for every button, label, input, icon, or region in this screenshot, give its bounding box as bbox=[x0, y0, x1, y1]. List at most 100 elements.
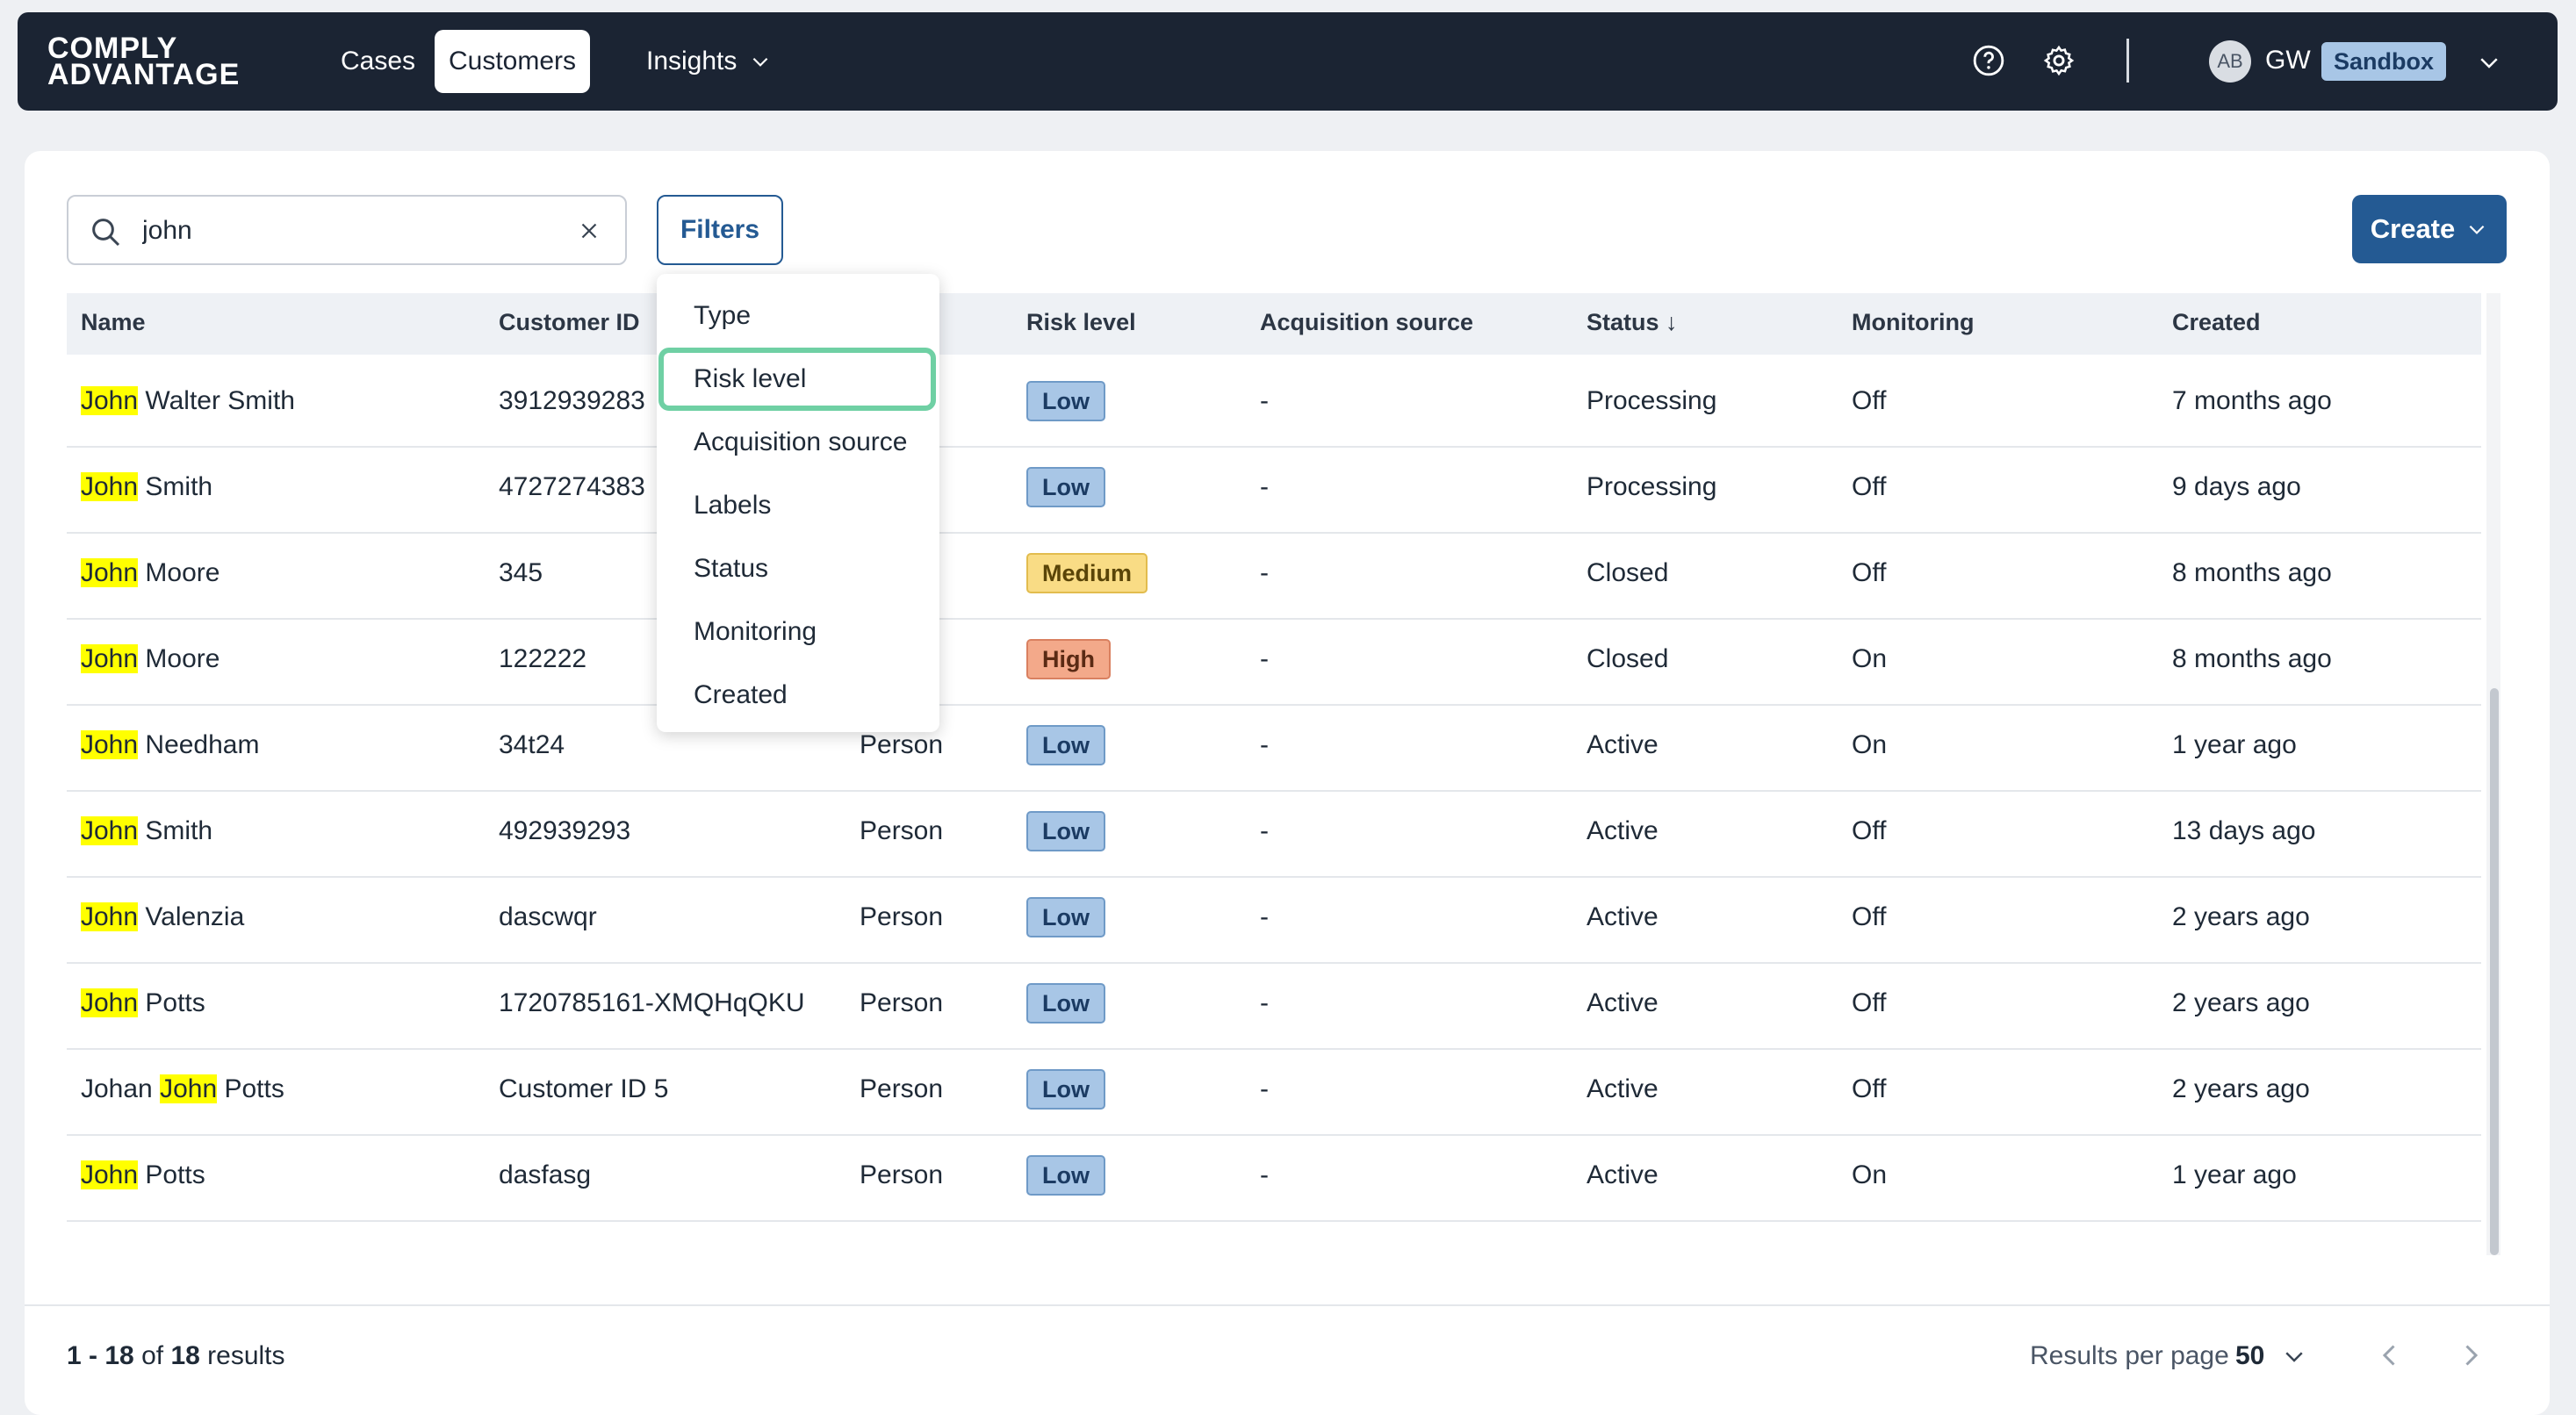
status: Active bbox=[1587, 902, 1659, 931]
search-match-highlight: John bbox=[160, 1074, 218, 1103]
created: 1 year ago bbox=[2172, 1160, 2297, 1189]
customer-id: dascwqr bbox=[499, 902, 597, 931]
customer-name-prefix: Johan bbox=[81, 1074, 161, 1103]
create-button-label: Create bbox=[2370, 213, 2456, 244]
risk-badge: Low bbox=[1026, 381, 1105, 421]
table-row[interactable]: John Moore 345 Medium - Closed Off 8 months ag… bbox=[67, 534, 2481, 620]
filter-option-risk-level[interactable]: Risk level bbox=[658, 348, 936, 411]
monitoring: Off bbox=[1852, 472, 1887, 501]
monitoring: Off bbox=[1852, 386, 1887, 415]
column-header-status[interactable]: Status ↓ bbox=[1587, 309, 1678, 336]
column-header-monitoring[interactable]: Monitoring bbox=[1852, 309, 1974, 336]
search-match-highlight: John bbox=[81, 988, 139, 1017]
customer-name[interactable]: John Valenzia bbox=[81, 902, 244, 932]
customer-id: 4727274383 bbox=[499, 472, 645, 501]
monitoring: On bbox=[1852, 644, 1888, 673]
created: 13 days ago bbox=[2172, 816, 2316, 845]
search-box[interactable] bbox=[67, 195, 627, 265]
table-header: Name Customer ID Risk level Acquisition … bbox=[67, 293, 2481, 355]
search-match-highlight: John bbox=[81, 472, 139, 501]
table-row[interactable]: Johan John Potts Customer ID 5 Person Low - A… bbox=[67, 1050, 2481, 1136]
search-input[interactable] bbox=[142, 211, 546, 251]
column-header-created[interactable]: Created bbox=[2172, 309, 2261, 336]
risk-badge: High bbox=[1026, 639, 1111, 679]
customer-id: dasfasg bbox=[499, 1160, 592, 1189]
search-match-highlight: John bbox=[81, 902, 139, 931]
search-match-highlight: John bbox=[81, 644, 139, 673]
search-match-highlight: John bbox=[81, 730, 139, 759]
acquisition-source: - bbox=[1260, 644, 1269, 673]
created: 9 days ago bbox=[2172, 472, 2301, 501]
customer-name[interactable]: John Moore bbox=[81, 558, 219, 588]
table-row[interactable]: John Walter Smith 3912939283 Low - Processin… bbox=[67, 362, 2481, 448]
create-button[interactable]: Create bbox=[2352, 195, 2507, 263]
customer-name[interactable]: John Smith bbox=[81, 816, 212, 846]
chevron-down-icon[interactable] bbox=[2281, 1343, 2307, 1369]
brand-logo[interactable]: COMPLY ADVANTAGE bbox=[47, 33, 240, 90]
created: 2 years ago bbox=[2172, 988, 2310, 1017]
customer-name[interactable]: John Potts bbox=[81, 1160, 205, 1190]
nav-divider bbox=[2126, 39, 2129, 83]
risk-badge: Low bbox=[1026, 1155, 1105, 1196]
customer-name-rest: Moore bbox=[138, 644, 220, 673]
user-initials[interactable]: GW bbox=[2265, 46, 2311, 75]
filter-option-created[interactable]: Created bbox=[657, 664, 939, 727]
filter-option-type[interactable]: Type bbox=[657, 284, 939, 348]
customer-name[interactable]: John Moore bbox=[81, 644, 219, 674]
filters-button[interactable]: Filters bbox=[657, 195, 783, 265]
acquisition-source: - bbox=[1260, 472, 1269, 501]
clear-icon[interactable] bbox=[576, 218, 602, 244]
top-navigation-bar: COMPLY ADVANTAGE Cases Customers Insight… bbox=[18, 12, 2558, 111]
chevron-down-icon[interactable] bbox=[2476, 49, 2502, 75]
nav-cases[interactable]: Cases bbox=[327, 30, 429, 93]
search-match-highlight: John bbox=[81, 558, 139, 587]
avatar[interactable]: AB bbox=[2209, 40, 2251, 83]
customer-name-rest: Potts bbox=[138, 1160, 205, 1189]
status: Active bbox=[1587, 988, 1659, 1017]
customer-type: Person bbox=[860, 1160, 944, 1189]
customer-type: Person bbox=[860, 1074, 944, 1103]
table-row[interactable]: John Needham 34t24 Person Low - Active On 1 yea… bbox=[67, 706, 2481, 792]
customer-name[interactable]: Johan John Potts bbox=[81, 1074, 284, 1104]
results-per-page-value[interactable]: 50 bbox=[2235, 1341, 2264, 1371]
nav-customers[interactable]: Customers bbox=[435, 30, 591, 93]
monitoring: On bbox=[1852, 1160, 1888, 1189]
column-header-risk-level[interactable]: Risk level bbox=[1026, 309, 1136, 336]
customers-table: Name Customer ID Risk level Acquisition … bbox=[67, 293, 2481, 1255]
table-row[interactable]: John Moore 122222 High - Closed On 8 months ag… bbox=[67, 620, 2481, 706]
filter-option-labels[interactable]: Labels bbox=[657, 474, 939, 537]
search-icon bbox=[92, 219, 120, 247]
table-row[interactable]: John Smith 4727274383 Low - Processing Off 9 d… bbox=[67, 448, 2481, 534]
column-header-acquisition-source[interactable]: Acquisition source bbox=[1260, 309, 1473, 336]
filter-option-monitoring[interactable]: Monitoring bbox=[657, 600, 939, 664]
table-row[interactable]: John Valenzia dascwqr Person Low - Active Off 2… bbox=[67, 878, 2481, 964]
chevron-left-icon[interactable] bbox=[2374, 1340, 2406, 1371]
table-row[interactable]: John Potts 1720785161-XMQHqQKU Person Low - A… bbox=[67, 964, 2481, 1050]
search-match-highlight: John bbox=[81, 386, 139, 415]
table-row[interactable]: John Potts dasfasg Person Low - Active On 1 yea… bbox=[67, 1136, 2481, 1222]
table-scrollbar-thumb[interactable] bbox=[2490, 688, 2499, 1255]
customer-name[interactable]: John Needham bbox=[81, 730, 259, 760]
settings-icon[interactable] bbox=[2042, 44, 2076, 77]
column-header-customer-id[interactable]: Customer ID bbox=[499, 309, 640, 336]
customer-name[interactable]: John Walter Smith bbox=[81, 386, 295, 416]
created: 2 years ago bbox=[2172, 1074, 2310, 1103]
filters-dropdown-menu: Type Risk level Acquisition source Labels St… bbox=[657, 274, 939, 732]
results-total: 18 bbox=[170, 1341, 200, 1370]
customer-name-rest: Needham bbox=[138, 730, 260, 759]
filter-option-acquisition-source[interactable]: Acquisition source bbox=[657, 411, 939, 474]
customer-name[interactable]: John Potts bbox=[81, 988, 205, 1018]
chevron-right-icon[interactable] bbox=[2455, 1340, 2486, 1371]
filter-option-status[interactable]: Status bbox=[657, 537, 939, 600]
customer-type: Person bbox=[860, 988, 944, 1017]
nav-insights[interactable]: Insights bbox=[632, 30, 786, 93]
monitoring: Off bbox=[1852, 902, 1887, 931]
acquisition-source: - bbox=[1260, 816, 1269, 845]
customer-name[interactable]: John Smith bbox=[81, 472, 212, 502]
customer-id: 345 bbox=[499, 558, 543, 587]
column-header-name[interactable]: Name bbox=[81, 309, 146, 336]
table-row[interactable]: John Smith 492939293 Person Low - Active Off 13… bbox=[67, 792, 2481, 878]
help-icon[interactable] bbox=[1972, 44, 2005, 77]
status: Active bbox=[1587, 1074, 1659, 1103]
results-word: results bbox=[207, 1341, 285, 1370]
